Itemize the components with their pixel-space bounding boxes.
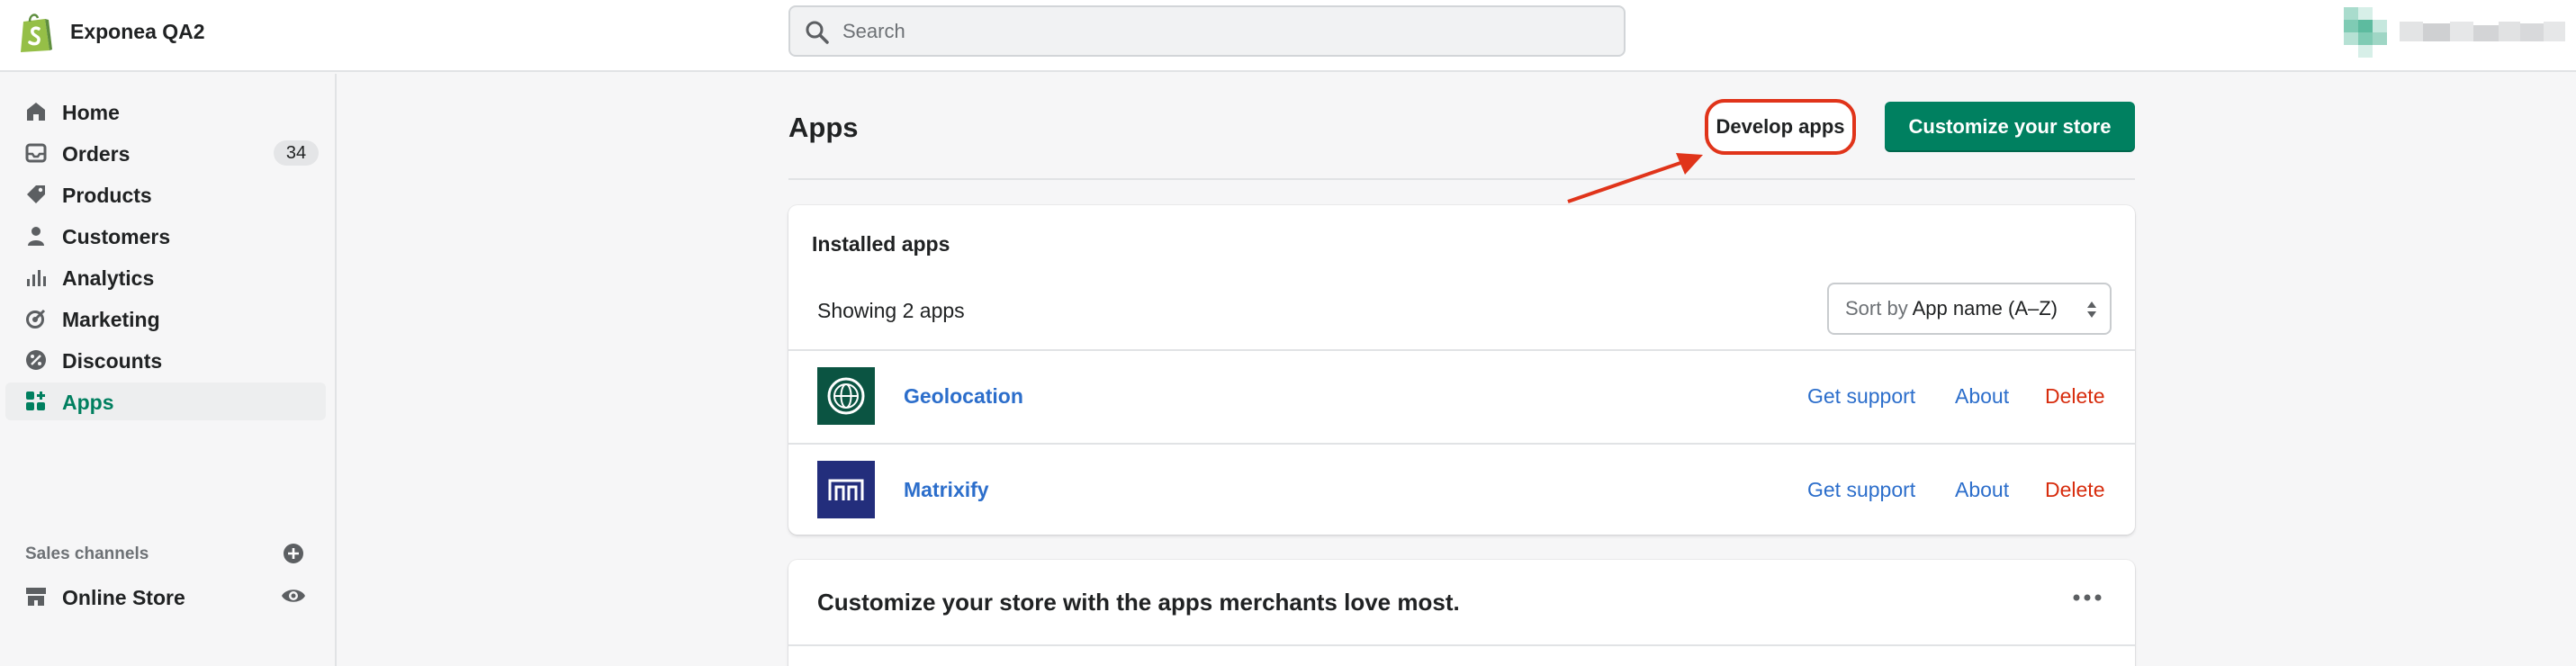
sidebar: Home Orders 34 Products Customers Analyt… [0, 74, 337, 666]
delete-link[interactable]: Delete [2045, 382, 2104, 410]
target-icon [26, 309, 46, 328]
shopify-bag-icon[interactable] [18, 11, 54, 54]
add-circle-icon[interactable] [283, 543, 304, 564]
sidebar-item-label: Products [62, 184, 152, 207]
recommended-apps-card: Customize your store with the apps merch… [788, 560, 2135, 666]
top-bar: Exponea QA2 [0, 0, 2576, 72]
search-input[interactable] [842, 7, 1608, 55]
about-link[interactable]: About [1955, 476, 2009, 503]
sidebar-item-marketing[interactable]: Marketing [5, 300, 326, 338]
table-row: Matrixify Get support About Delete [788, 445, 2135, 535]
card-divider [788, 644, 2135, 646]
sidebar-item-label: Customers [62, 225, 171, 248]
customize-store-button[interactable]: Customize your store [1885, 102, 2135, 152]
page-title: Apps [788, 112, 859, 143]
search-icon [806, 21, 829, 44]
app-name-link[interactable]: Geolocation [904, 382, 1023, 410]
sidebar-item-products[interactable]: Products [5, 176, 326, 213]
search-bar[interactable] [788, 5, 1626, 57]
sort-value: App name (A–Z) [1912, 297, 2058, 320]
home-icon [27, 103, 45, 121]
develop-apps-button[interactable]: Develop apps [1705, 99, 1856, 155]
sidebar-item-discounts[interactable]: Discounts [5, 341, 326, 379]
sidebar-item-label: Marketing [62, 308, 160, 331]
apps-count-text: Showing 2 apps [817, 299, 965, 322]
person-icon [28, 227, 44, 246]
eye-icon[interactable] [281, 585, 306, 607]
geolocation-app-logo [817, 367, 875, 425]
installed-apps-card: Installed apps Showing 2 apps Sort by Ap… [788, 205, 2135, 535]
sidebar-item-apps[interactable]: Apps [5, 382, 326, 420]
store-name[interactable]: Exponea QA2 [70, 18, 205, 45]
sidebar-item-label: Home [62, 101, 120, 124]
sidebar-item-label: Online Store [62, 586, 185, 609]
discount-icon [26, 350, 46, 370]
orders-icon [25, 143, 47, 163]
sidebar-item-online-store[interactable]: Online Store [5, 578, 326, 616]
avatar[interactable] [2344, 7, 2387, 58]
sidebar-item-label: Orders [62, 142, 131, 166]
sort-select[interactable]: Sort by App name (A–Z) [1827, 283, 2112, 335]
sidebar-item-customers[interactable]: Customers [5, 217, 326, 255]
delete-link[interactable]: Delete [2045, 476, 2104, 503]
annotation-arrow [1567, 153, 1703, 203]
orders-count-badge: 34 [274, 140, 319, 166]
recommended-apps-title: Customize your store with the apps merch… [817, 589, 1460, 616]
sidebar-item-label: Analytics [62, 266, 155, 290]
sidebar-item-orders[interactable]: Orders 34 [5, 134, 326, 172]
username-blurred [2400, 22, 2565, 41]
sidebar-item-home[interactable]: Home [5, 93, 326, 130]
select-caret-icon [2087, 302, 2096, 318]
apps-icon [26, 392, 45, 410]
more-horizontal-icon[interactable] [2067, 583, 2108, 612]
table-row: Geolocation Get support About Delete [788, 351, 2135, 443]
title-divider [788, 178, 2135, 180]
sidebar-item-label: Discounts [62, 349, 163, 373]
tag-icon [27, 185, 45, 203]
bar-chart-icon [27, 270, 46, 286]
about-link[interactable]: About [1955, 382, 2009, 410]
sidebar-item-label: Apps [62, 391, 114, 414]
sidebar-item-analytics[interactable]: Analytics [5, 258, 326, 296]
store-icon [26, 588, 46, 606]
app-name-link[interactable]: Matrixify [904, 476, 989, 503]
sort-prefix: Sort by [1845, 297, 1908, 320]
installed-apps-title: Installed apps [812, 232, 950, 256]
matrixify-app-logo [817, 461, 875, 518]
get-support-link[interactable]: Get support [1807, 382, 1915, 410]
sales-channels-heading: Sales channels [25, 544, 149, 563]
get-support-link[interactable]: Get support [1807, 476, 1915, 503]
